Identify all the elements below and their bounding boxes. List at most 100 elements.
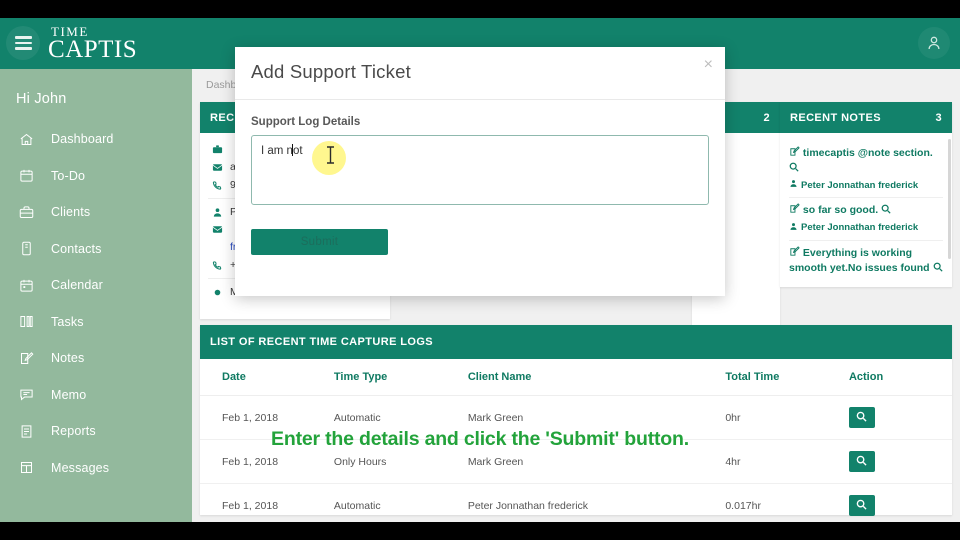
sidebar-item-label: Contacts: [51, 241, 102, 256]
status-badge: 2: [763, 111, 770, 124]
column-header-action: Action: [848, 359, 952, 396]
note-text: timecaptis @note section.: [802, 147, 933, 159]
support-log-details-label: Support Log Details: [251, 116, 361, 128]
note-pencil-icon: [16, 349, 36, 367]
calendar-icon: [16, 276, 36, 294]
note-text: Everything is working smooth yet.No issu…: [789, 246, 930, 274]
note-pencil-icon: [789, 203, 800, 218]
user-avatar-icon[interactable]: [918, 27, 950, 59]
column-header-time-type: Time Type: [333, 359, 468, 396]
recent-notes-card: RECENT NOTES 3 timecaptis @note section.…: [780, 102, 952, 287]
cell-total-time: 0.017hr: [725, 483, 849, 528]
sidebar-item-label: To-Do: [51, 168, 86, 183]
search-icon[interactable]: [933, 262, 943, 276]
phone-icon: [210, 260, 224, 271]
cell-client-name: Peter Jonnathan frederick: [467, 483, 726, 528]
cell-time-type: Automatic: [333, 483, 468, 528]
dialog-header: Add Support Ticket ×: [235, 47, 725, 100]
list-item[interactable]: timecaptis @note section. Peter Jonnatha…: [789, 141, 943, 199]
note-text: so far so good.: [802, 204, 879, 217]
submit-button[interactable]: Submit: [251, 229, 388, 255]
search-icon: [856, 410, 868, 425]
close-icon[interactable]: ×: [704, 57, 713, 73]
view-log-button[interactable]: [848, 495, 875, 516]
column-header-total-time: Total Time: [725, 359, 849, 396]
dot-icon: [210, 289, 224, 296]
sidebar-item-tasks[interactable]: Tasks: [0, 304, 192, 341]
sidebar-item-label: Dashboard: [51, 132, 114, 147]
table-row[interactable]: Feb 1, 2018 Automatic Peter Jonnathan fr…: [200, 483, 952, 528]
sidebar-item-label: Tasks: [51, 314, 84, 329]
text-caret: [292, 144, 293, 156]
note-text-row: Everything is working smooth yet.No issu…: [789, 245, 943, 276]
note-author: Peter Jonnathan frederick: [801, 222, 919, 234]
person-icon: [789, 179, 798, 191]
dialog-body: Support Log Details Submit: [235, 100, 725, 255]
support-log-details-input[interactable]: [251, 135, 709, 205]
person-icon: [210, 207, 224, 218]
recent-notes-list[interactable]: timecaptis @note section. Peter Jonnatha…: [780, 133, 952, 287]
sidebar-item-label: Messages: [51, 460, 110, 475]
sidebar-item-label: Clients: [51, 205, 91, 220]
sidebar-item-label: Memo: [51, 387, 87, 402]
briefcase-icon: [16, 203, 36, 221]
time-capture-logs-card: LIST OF RECENT TIME CAPTURE LOGS Date Ti…: [200, 325, 952, 528]
search-icon[interactable]: [881, 204, 891, 218]
note-pencil-icon: [789, 146, 800, 161]
app-logo: TIME CAPTIS: [48, 21, 137, 62]
calendar-check-icon: [16, 167, 36, 185]
sidebar-item-dashboard[interactable]: Dashboard: [0, 121, 192, 158]
sidebar-item-label: Notes: [51, 351, 85, 366]
sidebar: Hi John Dashboard To-Do Clients Contacts…: [0, 69, 192, 522]
cell-action: [848, 483, 952, 528]
search-icon: [856, 454, 868, 469]
table-header-row: Date Time Type Client Name Total Time Ac…: [200, 359, 952, 396]
sidebar-item-to-do[interactable]: To-Do: [0, 158, 192, 195]
view-log-button[interactable]: [848, 451, 875, 472]
person-icon: [789, 222, 798, 234]
search-icon[interactable]: [789, 162, 799, 176]
sidebar-item-label: Calendar: [51, 278, 103, 293]
letterbox-bottom: [0, 522, 960, 540]
sidebar-item-memo[interactable]: Memo: [0, 377, 192, 414]
briefcase-icon: [210, 144, 224, 155]
note-author-row: Peter Jonnathan frederick: [789, 179, 943, 191]
sidebar-item-clients[interactable]: Clients: [0, 194, 192, 231]
note-text-row: so far so good.: [789, 203, 943, 218]
sidebar-item-contacts[interactable]: Contacts: [0, 231, 192, 268]
recent-notes-card-title: RECENT NOTES: [790, 111, 881, 124]
instruction-overlay: Enter the details and click the 'Submit'…: [271, 428, 689, 450]
memo-bubble-icon: [16, 386, 36, 404]
greeting-text: Hi John: [16, 91, 67, 107]
column-header-client-name: Client Name: [467, 359, 726, 396]
sidebar-item-messages[interactable]: Messages: [0, 450, 192, 487]
brand-line-2: CAPTIS: [48, 36, 138, 63]
letterbox-top: [0, 0, 960, 18]
sidebar-item-calendar[interactable]: Calendar: [0, 267, 192, 304]
time-capture-logs-title: LIST OF RECENT TIME CAPTURE LOGS: [200, 325, 952, 359]
view-log-button[interactable]: [848, 407, 875, 428]
note-author-row: Peter Jonnathan frederick: [789, 222, 943, 234]
status-badge: 3: [935, 111, 942, 124]
messages-icon: [16, 459, 36, 477]
cell-date: Feb 1, 2018: [200, 483, 334, 528]
note-pencil-icon: [789, 245, 800, 261]
list-item[interactable]: so far so good. Peter Jonnathan frederic…: [789, 198, 943, 241]
envelope-icon: [210, 162, 224, 173]
note-text-row: timecaptis @note section.: [789, 146, 943, 176]
envelope-icon: [210, 224, 224, 235]
list-item[interactable]: Everything is working smooth yet.No issu…: [789, 241, 943, 282]
hamburger-menu-icon[interactable]: [6, 26, 40, 60]
dialog-title: Add Support Ticket: [251, 61, 411, 82]
add-support-ticket-dialog: Add Support Ticket × Support Log Details…: [235, 47, 725, 296]
column-header-date: Date: [200, 359, 334, 396]
sidebar-item-notes[interactable]: Notes: [0, 340, 192, 377]
tasks-columns-icon: [16, 313, 36, 331]
recent-notes-card-head: RECENT NOTES 3: [780, 102, 952, 133]
phone-icon: [210, 180, 224, 191]
home-icon: [16, 130, 36, 148]
contact-card-icon: [16, 240, 36, 258]
note-author: Peter Jonnathan frederick: [801, 179, 919, 191]
search-icon: [856, 498, 868, 513]
scrollbar[interactable]: [948, 139, 951, 259]
